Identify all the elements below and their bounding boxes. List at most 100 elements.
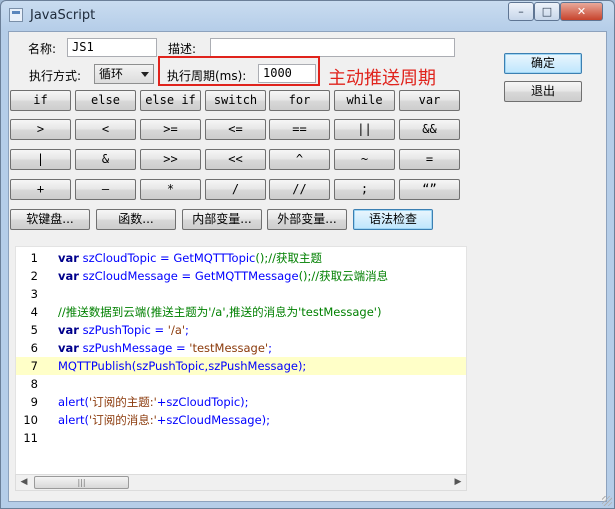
- code-line[interactable]: 7 MQTTPublish(szPushTopic,szPushMessage);: [16, 357, 466, 375]
- horizontal-scrollbar[interactable]: ◀ ▶: [15, 474, 467, 491]
- operator-button[interactable]: ~: [334, 149, 395, 170]
- line-number: 8: [30, 377, 38, 391]
- operator-button[interactable]: |: [10, 149, 71, 170]
- code-token: 'testMessage': [189, 341, 269, 355]
- code-text: var szCloudMessage = GetMQTTMessage();//…: [58, 267, 388, 285]
- operator-button[interactable]: //: [269, 179, 330, 200]
- code-token: var: [58, 251, 79, 265]
- code-text: var szPushMessage = 'testMessage';: [58, 339, 272, 357]
- soft-keyboard-button[interactable]: 软键盘...: [10, 209, 90, 230]
- code-token: var: [58, 323, 79, 337]
- operator-button[interactable]: for: [269, 90, 330, 111]
- operator-button[interactable]: <: [75, 119, 136, 140]
- code-line[interactable]: 2 var szCloudMessage = GetMQTTMessage();/…: [16, 267, 466, 285]
- maximize-button[interactable]: □: [534, 2, 560, 21]
- code-token: ;: [268, 341, 272, 355]
- operator-button[interactable]: var: [399, 90, 460, 111]
- window-title: JavaScript: [30, 8, 96, 23]
- line-number: 1: [30, 251, 38, 265]
- code-token: //推送数据到云端(推送主题为'/a',推送的消息为'testMessage'): [58, 305, 382, 319]
- name-label: 名称:: [28, 42, 57, 56]
- chevron-down-icon: [141, 72, 149, 77]
- exit-button[interactable]: 退出: [504, 81, 582, 102]
- code-token: MQTTPublish(szPushTopic,szPushMessage);: [58, 359, 307, 373]
- operator-button[interactable]: ==: [269, 119, 330, 140]
- code-line[interactable]: 11: [16, 429, 466, 447]
- code-token: var: [58, 341, 79, 355]
- code-token: ();//获取云端消息: [298, 269, 389, 283]
- operator-button[interactable]: >>: [140, 149, 201, 170]
- code-token: szCloudTopic =: [78, 251, 174, 265]
- operator-button[interactable]: >=: [140, 119, 201, 140]
- code-line[interactable]: 5 var szPushTopic = '/a';: [16, 321, 466, 339]
- operator-button[interactable]: ;: [334, 179, 395, 200]
- code-token: szPushTopic =: [78, 323, 168, 337]
- operator-button[interactable]: ||: [334, 119, 395, 140]
- period-label: 执行周期(ms):: [167, 69, 247, 83]
- operator-button[interactable]: “”: [399, 179, 460, 200]
- line-number: 6: [30, 341, 38, 355]
- line-number: 10: [23, 413, 38, 427]
- code-token: +szCloudTopic);: [156, 395, 249, 409]
- internal-variables-button[interactable]: 内部变量...: [182, 209, 262, 230]
- operator-button[interactable]: else if: [140, 90, 201, 111]
- code-text: var szPushTopic = '/a';: [58, 321, 189, 339]
- operator-button[interactable]: else: [75, 90, 136, 111]
- code-line[interactable]: 3: [16, 285, 466, 303]
- execution-mode-select[interactable]: 循环: [94, 64, 154, 84]
- period-field[interactable]: 1000: [258, 64, 316, 83]
- code-token: '订阅的主题:': [89, 395, 157, 409]
- execution-mode-label: 执行方式:: [29, 69, 82, 83]
- code-token: '订阅的消息:': [89, 413, 157, 427]
- code-text: //推送数据到云端(推送主题为'/a',推送的消息为'testMessage'): [58, 303, 381, 321]
- code-token: ();//获取主题: [255, 251, 322, 265]
- code-line[interactable]: 8: [16, 375, 466, 393]
- scroll-thumb[interactable]: [34, 476, 129, 489]
- operator-button[interactable]: >: [10, 119, 71, 140]
- code-line[interactable]: 4 //推送数据到云端(推送主题为'/a',推送的消息为'testMessage'…: [16, 303, 466, 321]
- javascript-dialog: JavaScript – □ ✕ 名称: JS1 描述: 执行方式: 循环 执行…: [0, 0, 615, 509]
- ok-button[interactable]: 确定: [504, 53, 582, 74]
- operator-button[interactable]: ^: [269, 149, 330, 170]
- code-line[interactable]: 1 var szCloudTopic = GetMQTTTopic();//获取主…: [16, 249, 466, 267]
- code-token: szPushMessage =: [78, 341, 190, 355]
- code-token: alert(: [58, 395, 90, 409]
- operator-button[interactable]: if: [10, 90, 71, 111]
- operator-button[interactable]: +: [10, 179, 71, 200]
- operator-button[interactable]: =: [399, 149, 460, 170]
- operator-button[interactable]: &: [75, 149, 136, 170]
- operator-button[interactable]: <=: [205, 119, 266, 140]
- code-text: var szCloudTopic = GetMQTTTopic();//获取主题: [58, 249, 322, 267]
- operator-button[interactable]: /: [205, 179, 266, 200]
- scroll-left-icon[interactable]: ◀: [16, 475, 32, 490]
- close-button[interactable]: ✕: [560, 2, 603, 21]
- code-line[interactable]: 6 var szPushMessage = 'testMessage';: [16, 339, 466, 357]
- operator-button[interactable]: <<: [205, 149, 266, 170]
- operator-button[interactable]: switch: [205, 90, 266, 111]
- minimize-button[interactable]: –: [508, 2, 534, 21]
- name-field[interactable]: JS1: [67, 38, 157, 57]
- description-field[interactable]: [210, 38, 455, 57]
- code-line[interactable]: 9 alert('订阅的主题:'+szCloudTopic);: [16, 393, 466, 411]
- code-token: var: [58, 269, 79, 283]
- code-token: +szCloudMessage);: [156, 413, 271, 427]
- title-bar[interactable]: JavaScript – □ ✕: [1, 1, 614, 31]
- code-line[interactable]: 10 alert('订阅的消息:'+szCloudMessage);: [16, 411, 466, 429]
- code-text: alert('订阅的主题:'+szCloudTopic);: [58, 393, 249, 411]
- operator-button[interactable]: —: [75, 179, 136, 200]
- syntax-check-button[interactable]: 语法检查: [353, 209, 433, 230]
- line-number: 9: [30, 395, 38, 409]
- resize-grip-icon[interactable]: [602, 496, 612, 506]
- scroll-right-icon[interactable]: ▶: [450, 475, 466, 490]
- external-variables-button[interactable]: 外部变量...: [267, 209, 347, 230]
- code-token: GetMQTTMessage: [194, 269, 299, 283]
- operator-button[interactable]: while: [334, 90, 395, 111]
- functions-button[interactable]: 函数...: [96, 209, 176, 230]
- code-text: alert('订阅的消息:'+szCloudMessage);: [58, 411, 270, 429]
- code-token: szCloudMessage =: [78, 269, 195, 283]
- code-token: alert(: [58, 413, 90, 427]
- code-editor[interactable]: 1 var szCloudTopic = GetMQTTTopic();//获取主…: [15, 246, 467, 475]
- line-number: 11: [23, 431, 38, 445]
- operator-button[interactable]: *: [140, 179, 201, 200]
- operator-button[interactable]: &&: [399, 119, 460, 140]
